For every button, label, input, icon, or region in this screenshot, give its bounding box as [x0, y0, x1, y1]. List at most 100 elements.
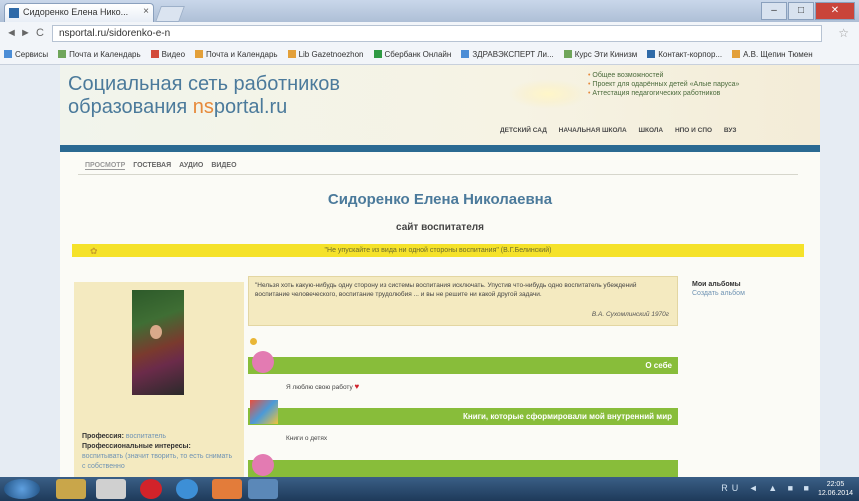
site-header: Социальная сеть работников образования n… — [60, 65, 820, 145]
opera-icon[interactable] — [140, 479, 162, 499]
profile-name: Сидоренко Елена Николаевна — [327, 191, 553, 208]
flower-icon: ✿ — [90, 246, 98, 256]
subtabs-divider — [78, 174, 798, 175]
top-nav: ДЕТСКИЙ САД НАЧАЛЬНАЯ ШКОЛА ШКОЛА НПО И … — [500, 127, 746, 134]
header-divider — [60, 145, 820, 152]
quote-box: "Нельзя хоть какую-нибудь одну сторону и… — [248, 276, 678, 326]
header-link-capabilities[interactable]: Общее возможностей — [588, 71, 739, 80]
profile-photo[interactable] — [132, 290, 184, 395]
bookmark-item[interactable]: Lib Gazetnoezhon — [287, 50, 364, 59]
back-button[interactable]: ◄ — [6, 27, 17, 39]
bookmark-item[interactable]: Контакт-корпор... — [647, 50, 722, 59]
bookmark-label: ЗДРАВЭКСПЕРТ Ли... — [472, 50, 554, 59]
forward-button[interactable]: ► — [20, 27, 31, 39]
explorer-icon[interactable] — [56, 479, 86, 499]
profile-subtabs: ПРОСМОТР ГОСТЕВАЯ АУДИО ВИДЕО — [85, 162, 243, 170]
nav-npo-spo[interactable]: НПО И СПО — [675, 127, 712, 134]
profession-label: Профессия: — [82, 433, 124, 440]
bookmark-item[interactable]: Почта и Календарь — [195, 50, 278, 59]
site-logo[interactable]: Социальная сеть работников образования n… — [68, 73, 340, 119]
bookmark-item[interactable]: ЗДРАВЭКСПЕРТ Ли... — [461, 50, 554, 59]
nav-kindergarten[interactable]: ДЕТСКИЙ САД — [500, 127, 547, 134]
tab-audio[interactable]: АУДИО — [179, 162, 203, 169]
bookmark-label: Сбербанк Онлайн — [384, 50, 452, 59]
nav-university[interactable]: ВУЗ — [724, 127, 737, 134]
web-page: Социальная сеть работников образования n… — [0, 65, 859, 477]
bookmark-icon — [150, 50, 159, 58]
about-text: Я люблю свою работу ♥ — [286, 382, 359, 391]
nav-school[interactable]: ШКОЛА — [638, 127, 663, 134]
site-title-suffix: portal.ru — [213, 96, 288, 118]
profile-content: ПРОСМОТР ГОСТЕВАЯ АУДИО ВИДЕО Сидоренко … — [60, 152, 820, 477]
profile-photo-face — [150, 325, 162, 339]
about-text-value: Я люблю свою работу — [286, 384, 353, 391]
motto-text: "Не упускайте из вида ни одной стороны в… — [324, 247, 552, 254]
bookmark-icon — [647, 50, 656, 58]
maximize-button[interactable]: □ — [788, 2, 814, 20]
start-button[interactable] — [4, 479, 40, 499]
bookmark-icon — [4, 50, 12, 58]
section-about-header[interactable]: О себе — [248, 351, 678, 374]
minimize-button[interactable]: – — [761, 2, 787, 20]
site-title-line2: образования nsportal.ru — [68, 96, 340, 119]
windows-taskbar: RU ◄ ▲ ■ ■ 22:05 12.06.2014 — [0, 477, 859, 501]
bookmark-item[interactable]: А.В. Щепин Тюмен — [732, 50, 813, 59]
profession-row: Профессия: воспитатель — [82, 432, 237, 442]
nav-primary-school[interactable]: НАЧАЛЬНАЯ ШКОЛА — [559, 127, 627, 134]
header-link-attestation[interactable]: Аттестация педагогических работников — [588, 89, 739, 98]
albums-label: Мои альбомы — [692, 281, 741, 288]
bookmark-icon — [563, 50, 572, 58]
bookmark-item[interactable]: Видео — [150, 50, 185, 59]
books-text: Книги о детях — [286, 435, 328, 442]
tab-view[interactable]: ПРОСМОТР — [85, 162, 126, 170]
quote-author: В.А. Сухомлинский 1970г — [591, 311, 669, 318]
tab-title: Сидоренко Елена Нико... — [23, 7, 129, 17]
tab-guestbook[interactable]: ГОСТЕВАЯ — [133, 162, 171, 169]
address-bar[interactable]: nsportal.ru/sidorenko-e-n — [52, 25, 822, 42]
window-controls: – □ ✕ — [761, 2, 855, 20]
bookmark-label: Почта и Календарь — [206, 50, 278, 59]
tab-video[interactable]: ВИДЕО — [211, 162, 236, 169]
books-icon — [250, 400, 278, 424]
bookmark-item[interactable]: Сбербанк Онлайн — [373, 50, 452, 59]
media-player-icon[interactable] — [96, 479, 126, 499]
header-links: Общее возможностей Проект для одарённых … — [588, 71, 739, 98]
reload-button[interactable]: C — [36, 27, 44, 39]
close-window-button[interactable]: ✕ — [815, 2, 855, 20]
flower-icon — [252, 454, 274, 476]
quote-text: "Нельзя хоть какую-нибудь одну сторону и… — [255, 282, 637, 298]
profile-role: сайт воспитателя — [396, 222, 484, 233]
site-title-prefix: образования — [68, 96, 193, 118]
bookmark-label: Курс Эти Кинизм — [574, 50, 638, 59]
word-icon[interactable] — [248, 479, 278, 499]
clock-date: 12.06.2014 — [817, 490, 853, 497]
new-tab-button[interactable] — [155, 6, 185, 22]
browser-navbar: ◄ ► C nsportal.ru/sidorenko-e-n ☆ — [0, 22, 859, 46]
bookmarks-bar: Сервисы Почта и Календарь Видео Почта и Кал… — [0, 46, 859, 65]
header-link-gifted-children[interactable]: Проект для одарённых детей «Алые паруса» — [588, 80, 739, 89]
browser-titlebar: Сидоренко Елена Нико... × – □ ✕ — [0, 0, 859, 22]
bookmark-star-icon[interactable]: ☆ — [838, 26, 849, 40]
section-about-title: О себе — [645, 361, 672, 370]
bookmark-icon — [58, 50, 67, 58]
bookmark-icon — [373, 50, 382, 58]
albums-panel: Мои альбомы Создать альбом — [692, 280, 802, 298]
create-album-link[interactable]: Создать альбом — [692, 289, 802, 298]
section-next-header[interactable] — [248, 454, 678, 477]
header-sun-decoration — [508, 79, 588, 109]
motto-bar: ✿ "Не упускайте из вида ни одной стороны… — [72, 244, 804, 257]
tab-close-icon[interactable]: × — [143, 6, 149, 17]
bookmark-item[interactable]: Курс Эти Кинизм — [563, 50, 638, 59]
bookmark-item[interactable]: Сервисы — [4, 50, 48, 59]
section-books-header[interactable]: Книги, которые сформировали мой внутренн… — [248, 400, 678, 425]
bookmark-item[interactable]: Почта и Календарь — [58, 50, 141, 59]
chrome-icon[interactable] — [176, 479, 198, 499]
taskbar-clock[interactable]: 22:05 12.06.2014 — [818, 480, 853, 498]
site-title-ns: ns — [192, 96, 214, 118]
interests-value: воспитывать (значит творить, то есть сни… — [82, 453, 233, 470]
app-icon[interactable] — [212, 479, 242, 499]
system-tray[interactable]: RU ◄ ▲ ■ ■ — [721, 483, 813, 493]
browser-tab[interactable]: Сидоренко Елена Нико... × — [4, 3, 154, 22]
site-title-line1: Социальная сеть работников — [68, 73, 341, 95]
bookmark-label: Контакт-корпор... — [658, 50, 723, 59]
